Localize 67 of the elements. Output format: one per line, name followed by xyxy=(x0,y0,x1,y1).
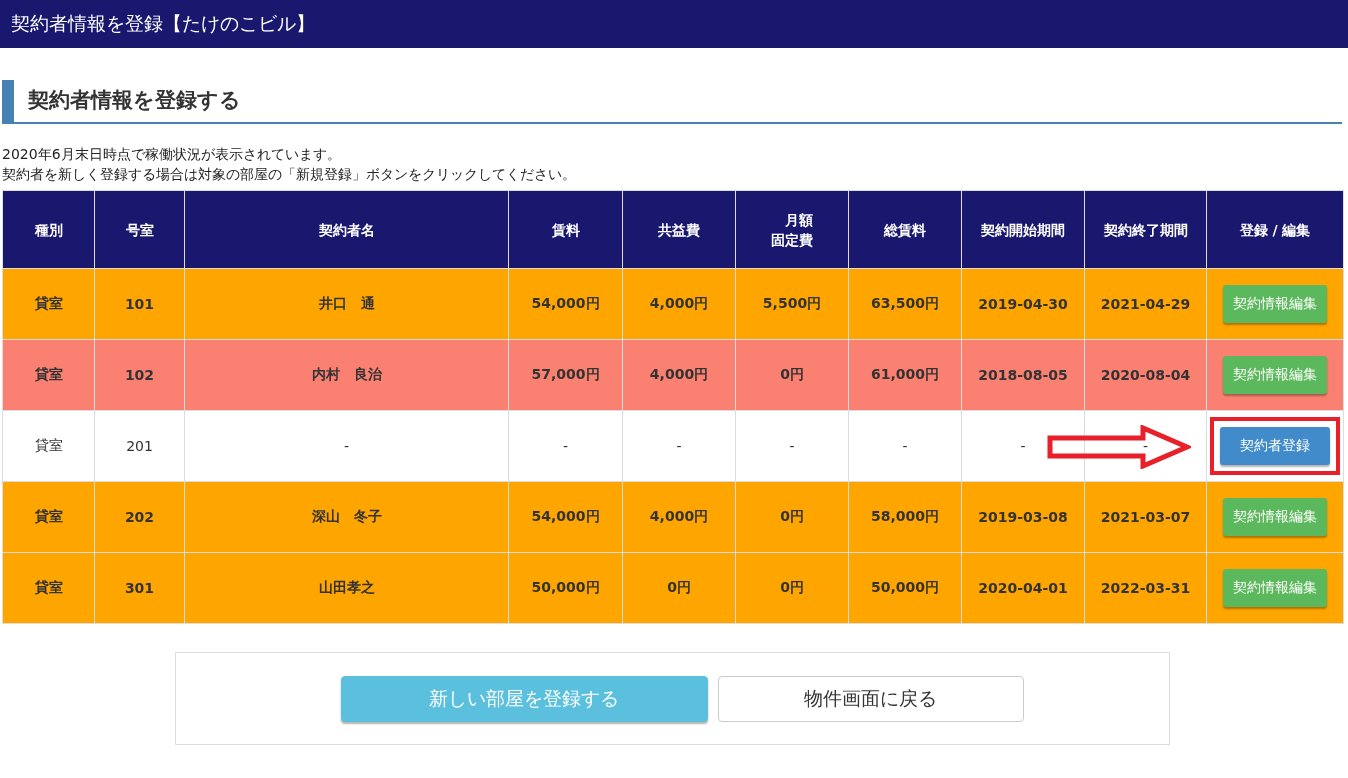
table-cell: - xyxy=(1084,410,1207,482)
row-action-button[interactable]: 契約者登録 xyxy=(1220,427,1330,465)
table-cell: - xyxy=(961,410,1085,482)
column-header: 契約者名 xyxy=(318,220,375,240)
table-cell: 101 xyxy=(94,268,185,340)
section-heading: 契約者情報を登録する xyxy=(2,80,1342,124)
footer-button[interactable]: 新しい部屋を登録する xyxy=(340,675,708,722)
table-cell: 2021-04-29 xyxy=(1084,268,1207,340)
table-cell: 2019-04-30 xyxy=(961,268,1085,340)
column-header: 契約開始期間 xyxy=(981,220,1065,240)
table-cell: - xyxy=(622,410,736,482)
column-header: 賃料 xyxy=(551,220,580,240)
table-cell: 4,000円 xyxy=(622,481,736,553)
row-action-button[interactable]: 契約情報編集 xyxy=(1223,356,1327,394)
table-cell: 4,000円 xyxy=(622,339,736,411)
column-header: 登録 / 編集 xyxy=(1239,220,1311,240)
column-header: 号室 xyxy=(125,220,154,240)
table-cell: 2018-08-05 xyxy=(961,339,1085,411)
table-cell: 202 xyxy=(94,481,185,553)
table-cell: 301 xyxy=(94,552,185,624)
row-action-button[interactable]: 契約情報編集 xyxy=(1223,498,1327,536)
column-header: 契約終了期間 xyxy=(1103,220,1188,240)
table-cell: 2022-03-31 xyxy=(1084,552,1207,624)
table-cell: - xyxy=(848,410,962,482)
table-cell: - xyxy=(735,410,849,482)
table-cell: 貸室 xyxy=(2,481,95,553)
table-cell: - xyxy=(508,410,623,482)
table-cell: 2020-08-04 xyxy=(1084,339,1207,411)
table-cell: 2021-03-07 xyxy=(1084,481,1207,553)
table-cell: 0円 xyxy=(735,339,849,411)
note-text: 2020年6月末日時点で稼働状況が表示されています。 xyxy=(2,145,342,164)
table-cell: 0円 xyxy=(622,552,736,624)
table-cell: 井口 通 xyxy=(184,268,509,340)
column-header: 総賃料 xyxy=(884,220,926,240)
row-action-button[interactable]: 契約情報編集 xyxy=(1223,285,1327,323)
column-header: 種別 xyxy=(34,220,63,240)
column-header: 月額固定費 xyxy=(771,210,813,250)
arrow-annotation-icon xyxy=(1047,425,1191,469)
table-cell: 5,500円 xyxy=(735,268,849,340)
table-cell: 貸室 xyxy=(2,268,95,340)
table-cell: 50,000円 xyxy=(508,552,623,624)
table-cell: 0円 xyxy=(735,552,849,624)
footer-button[interactable]: 物件画面に戻る xyxy=(717,675,1024,722)
table-cell: 50,000円 xyxy=(848,552,962,624)
table-cell: 4,000円 xyxy=(622,268,736,340)
table-cell: 2019-03-08 xyxy=(961,481,1085,553)
table-cell: 2020-04-01 xyxy=(961,552,1085,624)
note-text: 契約者を新しく登録する場合は対象の部屋の「新規登録」ボタンをクリックしてください。 xyxy=(2,165,577,184)
table-cell: 54,000円 xyxy=(508,268,623,340)
table-cell: 山田孝之 xyxy=(184,552,509,624)
table-cell: - xyxy=(184,410,509,482)
table-cell: 貸室 xyxy=(2,552,95,624)
column-header: 共益費 xyxy=(658,220,700,240)
table-cell: 201 xyxy=(94,410,185,482)
table-cell: 61,000円 xyxy=(848,339,962,411)
table-cell: 63,500円 xyxy=(848,268,962,340)
table-cell: 内村 良治 xyxy=(184,339,509,411)
table-cell: 貸室 xyxy=(2,339,95,411)
table-cell: 貸室 xyxy=(2,410,95,482)
table-cell: 102 xyxy=(94,339,185,411)
row-action-button[interactable]: 契約情報編集 xyxy=(1223,569,1327,607)
table-cell: 54,000円 xyxy=(508,481,623,553)
window-title: 契約者情報を登録【たけのこビル】 xyxy=(11,11,315,36)
table-cell: 0円 xyxy=(735,481,849,553)
table-cell: 57,000円 xyxy=(508,339,623,411)
table-cell: 深山 冬子 xyxy=(184,481,509,553)
table-cell: 58,000円 xyxy=(848,481,962,553)
